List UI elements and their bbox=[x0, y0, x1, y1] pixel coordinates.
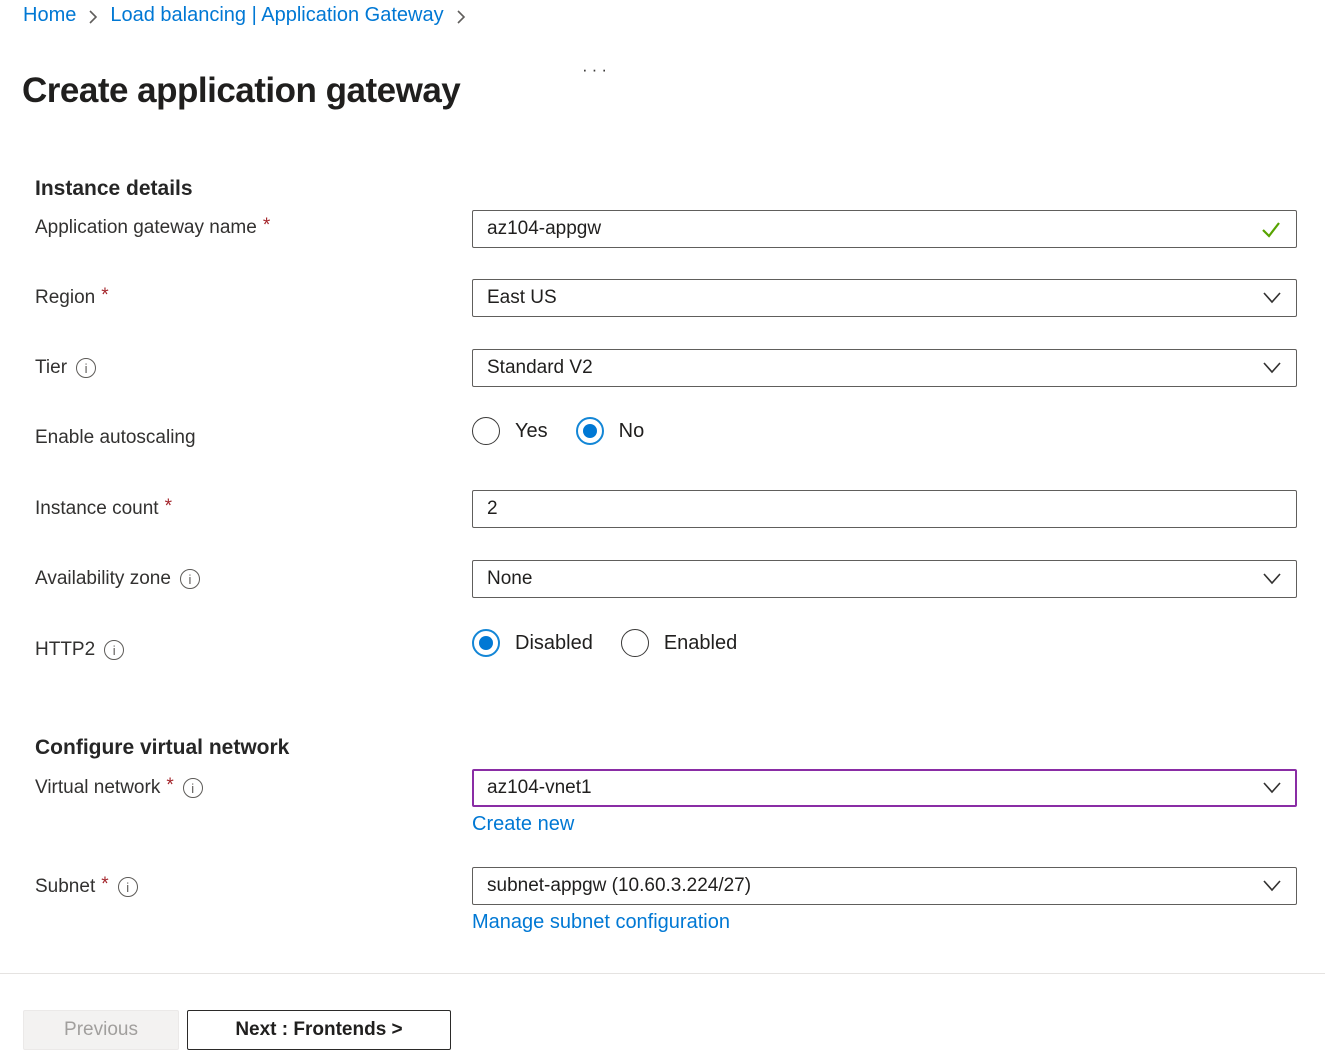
chevron-down-icon bbox=[1262, 782, 1282, 794]
label-application-gateway-name: Application gateway name * bbox=[35, 217, 270, 239]
section-heading-instance-details: Instance details bbox=[35, 177, 193, 201]
region-dropdown-value: East US bbox=[487, 287, 557, 309]
required-asterisk: * bbox=[165, 496, 172, 518]
radio-unselected-icon bbox=[621, 629, 649, 657]
enable-autoscaling-radio-group: Yes No bbox=[472, 417, 1297, 445]
http2-disabled-radio[interactable]: Disabled bbox=[472, 629, 593, 657]
autoscaling-no-radio[interactable]: No bbox=[576, 417, 645, 445]
label-subnet: Subnet * i bbox=[35, 876, 138, 898]
application-gateway-name-input[interactable] bbox=[472, 210, 1297, 248]
subnet-dropdown[interactable]: subnet-appgw (10.60.3.224/27) bbox=[472, 867, 1297, 905]
label-text: HTTP2 bbox=[35, 639, 95, 661]
radio-label: Enabled bbox=[664, 632, 737, 655]
label-text: Tier bbox=[35, 357, 67, 379]
virtual-network-info-icon[interactable]: i bbox=[183, 778, 203, 798]
availability-zone-dropdown-value: None bbox=[487, 568, 532, 590]
breadcrumb: Home Load balancing | Application Gatewa… bbox=[23, 4, 466, 27]
more-options-ellipsis-icon[interactable]: ··· bbox=[582, 60, 611, 80]
chevron-down-icon bbox=[1262, 880, 1282, 892]
subnet-dropdown-value: subnet-appgw (10.60.3.224/27) bbox=[487, 875, 751, 897]
subnet-field: subnet-appgw (10.60.3.224/27) bbox=[472, 867, 1297, 905]
create-new-link[interactable]: Create new bbox=[472, 813, 574, 836]
label-text: Availability zone bbox=[35, 568, 171, 590]
virtual-network-dropdown[interactable]: az104-vnet1 bbox=[472, 769, 1297, 807]
label-tier: Tier i bbox=[35, 357, 96, 379]
chevron-down-icon bbox=[1262, 292, 1282, 304]
instance-count-input[interactable] bbox=[472, 490, 1297, 528]
label-instance-count: Instance count * bbox=[35, 498, 172, 520]
tier-info-icon[interactable]: i bbox=[76, 358, 96, 378]
manage-subnet-configuration-link[interactable]: Manage subnet configuration bbox=[472, 911, 730, 934]
breadcrumb-separator-icon bbox=[88, 9, 98, 25]
region-dropdown[interactable]: East US bbox=[472, 279, 1297, 317]
label-text: Enable autoscaling bbox=[35, 427, 196, 449]
required-asterisk: * bbox=[101, 285, 108, 307]
http2-enabled-radio[interactable]: Enabled bbox=[621, 629, 737, 657]
section-heading-configure-virtual-network: Configure virtual network bbox=[35, 736, 289, 760]
availability-zone-info-icon[interactable]: i bbox=[180, 569, 200, 589]
required-asterisk: * bbox=[263, 215, 270, 237]
label-text: Instance count bbox=[35, 498, 159, 520]
radio-label: No bbox=[619, 420, 645, 443]
radio-label: Yes bbox=[515, 420, 548, 443]
radio-unselected-icon bbox=[472, 417, 500, 445]
label-text: Region bbox=[35, 287, 95, 309]
http2-radio-group: Disabled Enabled bbox=[472, 629, 1297, 657]
label-text: Application gateway name bbox=[35, 217, 257, 239]
footer-divider bbox=[0, 973, 1325, 974]
tier-field: Standard V2 bbox=[472, 349, 1297, 387]
breadcrumb-link-home[interactable]: Home bbox=[23, 4, 76, 27]
next-frontends-button[interactable]: Next : Frontends > bbox=[187, 1010, 451, 1050]
required-asterisk: * bbox=[101, 874, 108, 896]
application-gateway-name-field bbox=[472, 210, 1297, 248]
label-text: Subnet bbox=[35, 876, 95, 898]
breadcrumb-separator-icon bbox=[456, 9, 466, 25]
availability-zone-field: None bbox=[472, 560, 1297, 598]
virtual-network-dropdown-value: az104-vnet1 bbox=[487, 777, 592, 799]
label-availability-zone: Availability zone i bbox=[35, 568, 200, 590]
region-field: East US bbox=[472, 279, 1297, 317]
tier-dropdown[interactable]: Standard V2 bbox=[472, 349, 1297, 387]
chevron-down-icon bbox=[1262, 573, 1282, 585]
label-virtual-network: Virtual network * i bbox=[35, 777, 203, 799]
instance-count-field bbox=[472, 490, 1297, 528]
create-application-gateway-page: Home Load balancing | Application Gatewa… bbox=[0, 0, 1325, 1062]
radio-label: Disabled bbox=[515, 632, 593, 655]
label-enable-autoscaling: Enable autoscaling bbox=[35, 427, 196, 449]
virtual-network-field: az104-vnet1 bbox=[472, 769, 1297, 807]
label-text: Virtual network bbox=[35, 777, 160, 799]
required-asterisk: * bbox=[166, 775, 173, 797]
chevron-down-icon bbox=[1262, 362, 1282, 374]
subnet-info-icon[interactable]: i bbox=[118, 877, 138, 897]
http2-info-icon[interactable]: i bbox=[104, 640, 124, 660]
radio-selected-icon bbox=[576, 417, 604, 445]
label-http2: HTTP2 i bbox=[35, 639, 124, 661]
autoscaling-yes-radio[interactable]: Yes bbox=[472, 417, 548, 445]
label-region: Region * bbox=[35, 287, 109, 309]
previous-button[interactable]: Previous bbox=[23, 1010, 179, 1050]
breadcrumb-link-load-balancing-application-gateway[interactable]: Load balancing | Application Gateway bbox=[110, 4, 443, 27]
tier-dropdown-value: Standard V2 bbox=[487, 357, 593, 379]
availability-zone-dropdown[interactable]: None bbox=[472, 560, 1297, 598]
page-title: Create application gateway bbox=[22, 71, 460, 111]
radio-selected-icon bbox=[472, 629, 500, 657]
